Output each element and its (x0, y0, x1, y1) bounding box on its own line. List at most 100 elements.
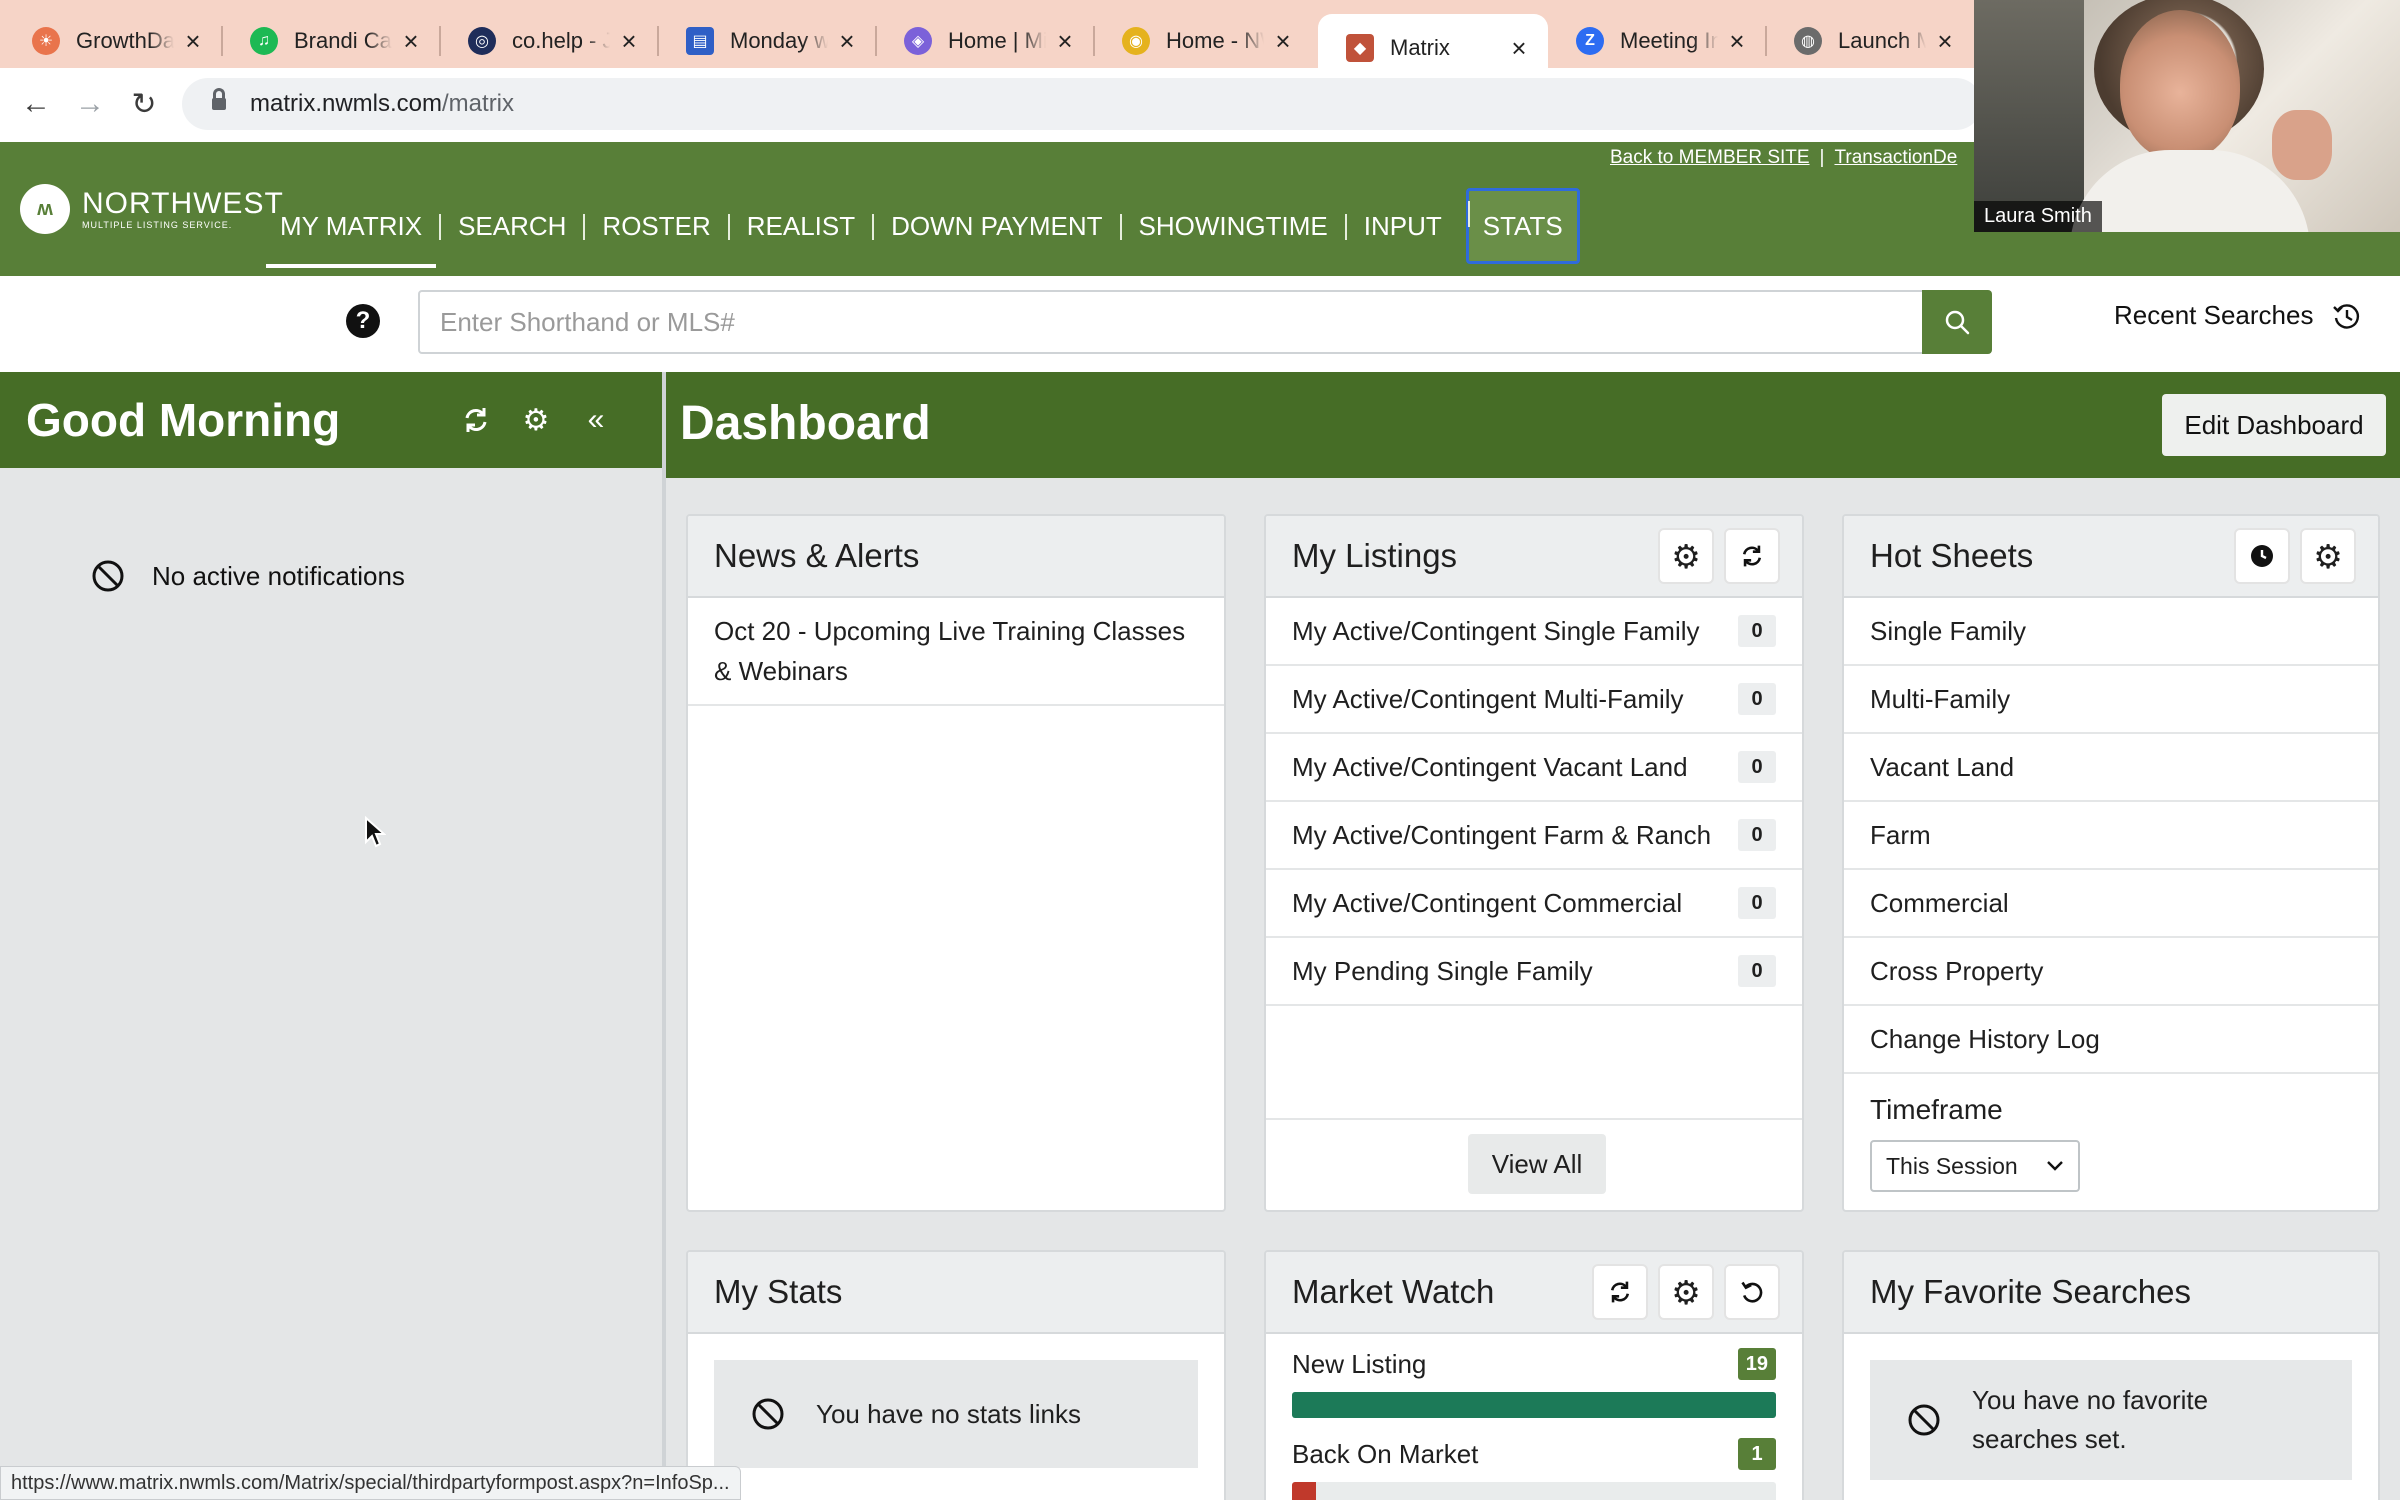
video-call-overlay[interactable]: Laura Smith (1974, 0, 2400, 232)
history-icon (2333, 303, 2360, 329)
refresh-icon[interactable] (456, 400, 496, 440)
listing-label: My Active/Contingent Commercial (1292, 887, 1683, 918)
clock-icon[interactable] (2234, 528, 2290, 584)
browser-tab-meeting[interactable]: Z Meeting Inf × (1548, 14, 1767, 68)
nav-input[interactable]: INPUT (1344, 204, 1460, 248)
back-to-member-site-link[interactable]: Back to MEMBER SITE (1610, 147, 1810, 169)
nav-realist[interactable]: REALIST (727, 204, 873, 248)
hot-sheet-item[interactable]: Cross Property (1844, 938, 2378, 1006)
gear-icon[interactable]: ⚙ (1658, 1264, 1714, 1320)
hot-sheet-item[interactable]: Commercial (1844, 870, 2378, 938)
address-bar[interactable]: matrix.nwmls.com/matrix (182, 78, 1982, 130)
ban-icon (752, 1398, 784, 1430)
hot-sheet-item[interactable]: Multi-Family (1844, 666, 2378, 734)
logo-text: NORTHWEST (82, 186, 284, 220)
gear-icon[interactable]: ⚙ (2300, 528, 2356, 584)
nav-my-matrix[interactable]: MY MATRIX (262, 204, 440, 268)
close-icon[interactable]: × (1054, 26, 1076, 57)
listing-row[interactable]: My Active/Contingent Multi-Family 0 (1266, 666, 1802, 734)
matrix-icon: ◆ (1346, 34, 1374, 62)
recent-searches-button[interactable]: Recent Searches (2114, 300, 2361, 331)
close-icon[interactable]: × (400, 26, 422, 57)
progress-fill (1292, 1482, 1317, 1500)
empty-message-line1: You have no favorite (1972, 1385, 2209, 1415)
market-watch-row[interactable]: Back On Market 1 (1266, 1418, 1802, 1500)
news-item-label: Oct 20 - Upcoming Live Training Classes … (714, 616, 1186, 686)
my-listings-widget: My Listings ⚙ My Active/Contingent Singl… (1264, 514, 1804, 1212)
nwmls-logo[interactable]: ʍ NORTHWEST MULTIPLE LISTING SERVICE. (20, 184, 284, 234)
market-watch-label: New Listing (1292, 1348, 1427, 1379)
hot-sheet-item[interactable]: Vacant Land (1844, 734, 2378, 802)
widget-title: My Listings (1292, 537, 1458, 574)
nav-showingtime[interactable]: SHOWINGTIME (1119, 204, 1346, 248)
listing-label: My Active/Contingent Single Family (1292, 615, 1700, 646)
hot-sheet-item[interactable]: Farm (1844, 802, 2378, 870)
browser-tab-launch[interactable]: ◍ Launch Me × (1766, 14, 1974, 68)
back-arrow-icon[interactable]: ← (16, 84, 56, 124)
close-icon[interactable]: × (1726, 26, 1748, 57)
refresh-icon[interactable] (1592, 1264, 1648, 1320)
widget-title: News & Alerts (714, 537, 920, 574)
close-icon[interactable]: × (836, 26, 858, 57)
search-button[interactable] (1922, 290, 1992, 354)
link-separator: | (1819, 147, 1825, 168)
undo-icon[interactable] (1724, 1264, 1780, 1320)
hot-sheet-label: Vacant Land (1870, 751, 2015, 782)
gear-icon[interactable]: ⚙ (516, 400, 556, 440)
cohelp-icon: ◎ (468, 27, 496, 55)
timeframe-select[interactable]: This Session (1870, 1140, 2080, 1192)
nav-stats[interactable]: STATS (1465, 188, 1580, 264)
collapse-double-chevron-icon[interactable]: « (576, 400, 616, 440)
widget-title: Market Watch (1292, 1273, 1495, 1310)
timeframe-label: Timeframe (1870, 1094, 2003, 1125)
market-watch-row[interactable]: New Listing 19 (1266, 1334, 1802, 1418)
browser-tab-growthday[interactable]: ☀ GrowthDay × (4, 14, 223, 68)
status-url: https://www.matrix.nwmls.com/Matrix/spec… (0, 1466, 741, 1500)
listing-row[interactable]: My Active/Contingent Vacant Land 0 (1266, 734, 1802, 802)
close-icon[interactable]: × (1272, 26, 1294, 57)
hot-sheet-item[interactable]: Single Family (1844, 598, 2378, 666)
tab-title: Meeting Inf (1620, 28, 1718, 53)
count-badge: 0 (1738, 955, 1776, 987)
view-all-button[interactable]: View All (1468, 1134, 1606, 1194)
close-icon[interactable]: × (182, 26, 204, 57)
listing-row[interactable]: My Active/Contingent Commercial 0 (1266, 870, 1802, 938)
close-icon[interactable]: × (1508, 33, 1530, 64)
mouse-cursor-icon (365, 816, 386, 848)
quick-search-bar: ? Recent Searches (0, 276, 2400, 372)
browser-tab-monday[interactable]: ▤ Monday wit × (658, 14, 877, 68)
count-badge: 0 (1738, 683, 1776, 715)
nav-down-payment[interactable]: DOWN PAYMENT (872, 204, 1120, 248)
browser-tab-home-microsoft[interactable]: ◈ Home | Mic × (876, 14, 1095, 68)
forward-arrow-icon[interactable]: → (70, 84, 110, 124)
my-stats-widget: My Stats You have no stats links (686, 1250, 1226, 1500)
gear-icon[interactable]: ⚙ (1658, 528, 1714, 584)
browser-tab-cohelp[interactable]: ◎ co.help - Je × (440, 14, 659, 68)
sun-icon: ☀ (32, 27, 60, 55)
listing-row[interactable]: My Pending Single Family 0 (1266, 938, 1802, 1006)
transaction-desk-link[interactable]: TransactionDe (1834, 147, 1957, 169)
close-icon[interactable]: × (618, 26, 640, 57)
hot-sheet-label: Commercial (1870, 887, 2009, 918)
top-links: Back to MEMBER SITE | TransactionDe (1610, 142, 1957, 174)
listing-row[interactable]: My Active/Contingent Single Family 0 (1266, 598, 1802, 666)
progress-track (1292, 1482, 1776, 1500)
nav-search[interactable]: SEARCH (439, 204, 584, 248)
news-item[interactable]: Oct 20 - Upcoming Live Training Classes … (688, 598, 1224, 706)
empty-message-line2: searches set. (1972, 1424, 2127, 1454)
widget-title: My Favorite Searches (1870, 1273, 2191, 1310)
tab-title: Monday wit (730, 28, 828, 53)
close-icon[interactable]: × (1934, 26, 1956, 57)
hot-sheet-item[interactable]: Change History Log (1844, 1006, 2378, 1074)
browser-tab-home-nw[interactable]: ◉ Home - NW × (1094, 14, 1312, 68)
refresh-icon[interactable] (1724, 528, 1780, 584)
reload-icon[interactable]: ↻ (124, 84, 164, 124)
edit-dashboard-button[interactable]: Edit Dashboard (2162, 394, 2386, 456)
shorthand-search-input[interactable] (418, 290, 1924, 354)
tab-title: Home - NW (1166, 28, 1264, 53)
listing-label: My Pending Single Family (1292, 955, 1593, 986)
help-icon[interactable]: ? (346, 304, 380, 338)
listing-row[interactable]: My Active/Contingent Farm & Ranch 0 (1266, 802, 1802, 870)
browser-tab-spotify[interactable]: ♫ Brandi Carli × (222, 14, 441, 68)
nav-roster[interactable]: ROSTER (583, 204, 728, 248)
